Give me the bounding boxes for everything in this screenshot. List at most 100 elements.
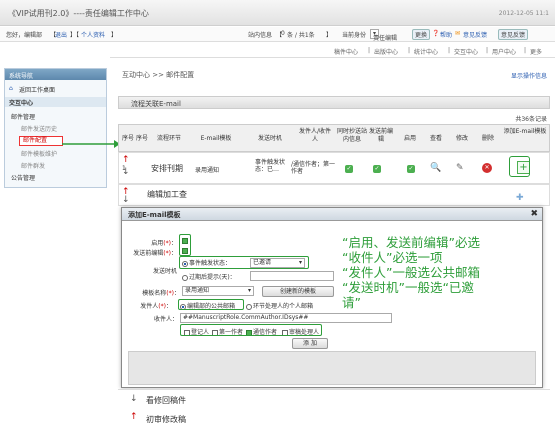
top-bar: 《VIP试用刊2.0》----责任编辑工作中心 2012-12-05 11:1	[0, 0, 555, 26]
move-down-icon[interactable]: ↓	[130, 394, 138, 404]
menu-item-users[interactable]: 用户中心	[492, 47, 516, 56]
send-time-label: 发送时机	[152, 268, 177, 275]
overdue-radio[interactable]: 过期后提示(天)：	[182, 272, 236, 281]
menu-item-more[interactable]: 更多	[530, 47, 542, 56]
table-row[interactable]: ↑ ↓ 1 安排刊期 录用通知 事件触发状态：已… /通信作者；第一作者 ✓ ✓…	[118, 152, 550, 184]
menu-item-publish[interactable]: 出版中心	[374, 47, 398, 56]
col-pre-edit: 发送前编辑	[369, 128, 394, 143]
highlight-box	[179, 256, 309, 269]
table-bottom-rows: ↓ 看修回稿件 ↑ 初审修改稿	[118, 389, 550, 424]
feedback-icon: ✉	[455, 30, 461, 37]
sender-label: 发件人(*)：	[140, 303, 172, 310]
home-icon: ⌂	[9, 85, 13, 92]
edit-icon[interactable]: ✎	[456, 163, 464, 173]
col-cc-internal: 同时抄送站内信息	[337, 128, 368, 143]
sidebar: 系统导航 ⌂ 返回工作桌面 交互中心 邮件管理 邮件发送历史 邮件配置 邮件模板…	[4, 68, 107, 188]
show-help-link[interactable]: 显示操作信息	[511, 71, 547, 80]
sidebar-title: 系统导航	[5, 69, 106, 80]
move-up-icon[interactable]: ↑	[130, 412, 138, 422]
dialog-title: 添加E-mail模板	[122, 208, 542, 221]
move-down-icon[interactable]: ↓	[122, 195, 130, 205]
col-no: 序号	[121, 135, 134, 142]
recipient-input[interactable]: ##ManuscriptRole.CommAuthor.IDsys##	[180, 313, 392, 323]
col-edit: 修改	[455, 135, 468, 142]
user-bar: 您好，编辑部 【 退出 】【 个人资料 】 站内信息 【 0 条 / 共1条 】…	[0, 27, 555, 42]
main-menu: 稿件中心 | 出版中心 | 统计中心 | 交互中心 | 用户中心 | 更多	[110, 44, 555, 58]
add-button[interactable]: 添 加	[292, 338, 328, 349]
messages-count[interactable]: 0	[281, 30, 285, 37]
overdue-days-input[interactable]	[250, 271, 334, 281]
annotation-note: “启用、发送前编辑”必选 “收件人”必选一项 “发件人”一般选公共邮箱 “发送时…	[342, 235, 548, 310]
pointer-arrow-icon	[62, 140, 120, 148]
suggest-button[interactable]: 意见反馈	[498, 29, 529, 40]
profile-link[interactable]: 个人资料	[81, 30, 105, 39]
cc-check-icon: ✓	[345, 165, 353, 173]
dialog-footer-area	[128, 351, 536, 385]
messages-unit: 条 / 共1条	[287, 32, 315, 39]
row-step: 看修回稿件	[146, 396, 186, 405]
switch-role-button[interactable]: 更换	[412, 29, 431, 40]
sender-personal-radio[interactable]: 环节处理人的个人邮箱	[246, 301, 313, 310]
feedback-link[interactable]: 意见反馈	[463, 30, 487, 39]
role-select[interactable]: 责任编辑 ▾	[370, 29, 397, 42]
annotation-line: 请”	[342, 295, 361, 310]
highlight-box	[509, 156, 530, 177]
row-timing: 事件触发状态：已…	[255, 159, 286, 173]
highlight-box	[179, 234, 191, 256]
col-sender-recipient: 发件人/收件人	[298, 128, 332, 143]
col-enable: 启用	[403, 135, 416, 142]
col-seq: 序号	[135, 135, 148, 142]
col-timing: 发送时机	[257, 135, 282, 142]
row-step: 安排刊期	[151, 164, 183, 173]
move-up-icon[interactable]: ↑	[122, 155, 130, 165]
table-row[interactable]: ↑ ↓ 编辑加工查 ✚	[118, 184, 550, 206]
sidebar-group-announcement[interactable]: 公告管理	[11, 173, 35, 182]
help-icon: ❓	[432, 30, 440, 37]
annotation-line: “收件人”必选一项	[342, 250, 443, 265]
annotation-line: “启用、发送前编辑”必选	[342, 235, 480, 250]
delete-icon[interactable]: ✕	[482, 163, 492, 173]
col-template: E-mail模板	[200, 135, 232, 142]
row-step: 编辑加工查	[147, 190, 187, 199]
row-number: 1	[122, 165, 126, 172]
add-template-icon[interactable]: ✚	[516, 193, 524, 203]
sidebar-item-mail-config[interactable]: 邮件配置	[19, 136, 63, 146]
row-template: 录用通知	[195, 167, 220, 174]
help-link[interactable]: 帮助	[440, 30, 452, 39]
app-title: 《VIP试用刊2.0》----责任编辑工作中心	[8, 9, 149, 18]
col-view: 查看	[429, 135, 442, 142]
col-delete: 删除	[481, 135, 494, 142]
sidebar-group-mail[interactable]: 邮件管理	[11, 112, 35, 121]
sidebar-item-mail-history[interactable]: 邮件发送历史	[21, 124, 57, 133]
view-icon[interactable]: 🔍	[430, 163, 441, 173]
total-records: 共36条记录	[515, 116, 547, 123]
header-date: 2012-12-05 11:1	[498, 10, 549, 17]
sidebar-item-mass-mail[interactable]: 邮件群发	[21, 161, 45, 170]
create-template-button[interactable]: 创建新的模板	[262, 286, 334, 297]
template-name-label: 模板名称(*)：	[142, 290, 180, 297]
pre-edit-check-icon: ✓	[373, 165, 381, 173]
col-add-template: 添加E-mail模板	[503, 128, 547, 135]
annotation-line: “发件人”一般选公共邮箱	[342, 265, 480, 280]
sidebar-item-home[interactable]: 返回工作桌面	[19, 85, 55, 94]
messages-label: 站内信息	[248, 32, 273, 39]
role-label: 当前身份	[342, 32, 367, 39]
template-name-select[interactable]: 录用通知 ▾	[182, 286, 254, 296]
highlight-box	[180, 324, 322, 336]
sidebar-section-interaction[interactable]: 交互中心	[9, 98, 33, 107]
row-step: 初审修改稿	[146, 415, 186, 424]
highlight-box	[178, 299, 244, 310]
close-icon[interactable]: ✖	[530, 209, 538, 219]
menu-item-interaction[interactable]: 交互中心	[454, 47, 478, 56]
menu-item-stats[interactable]: 统计中心	[414, 47, 438, 56]
panel-title: 流程关联E-mail	[118, 96, 550, 109]
sidebar-item-template-maintenance[interactable]: 邮件模板维护	[21, 149, 57, 158]
greeting-text: 您好，编辑部	[6, 32, 43, 39]
row-recipients: /通信作者；第一作者	[291, 161, 336, 175]
col-step: 流程环节	[156, 135, 181, 142]
logout-link[interactable]: 退出	[55, 30, 67, 39]
enabled-check-icon: ✓	[407, 165, 415, 173]
recipient-label: 收件人：	[153, 316, 178, 323]
menu-item-manuscript[interactable]: 稿件中心	[334, 47, 358, 56]
breadcrumb: 互动中心 >> 邮件配置	[122, 71, 195, 79]
